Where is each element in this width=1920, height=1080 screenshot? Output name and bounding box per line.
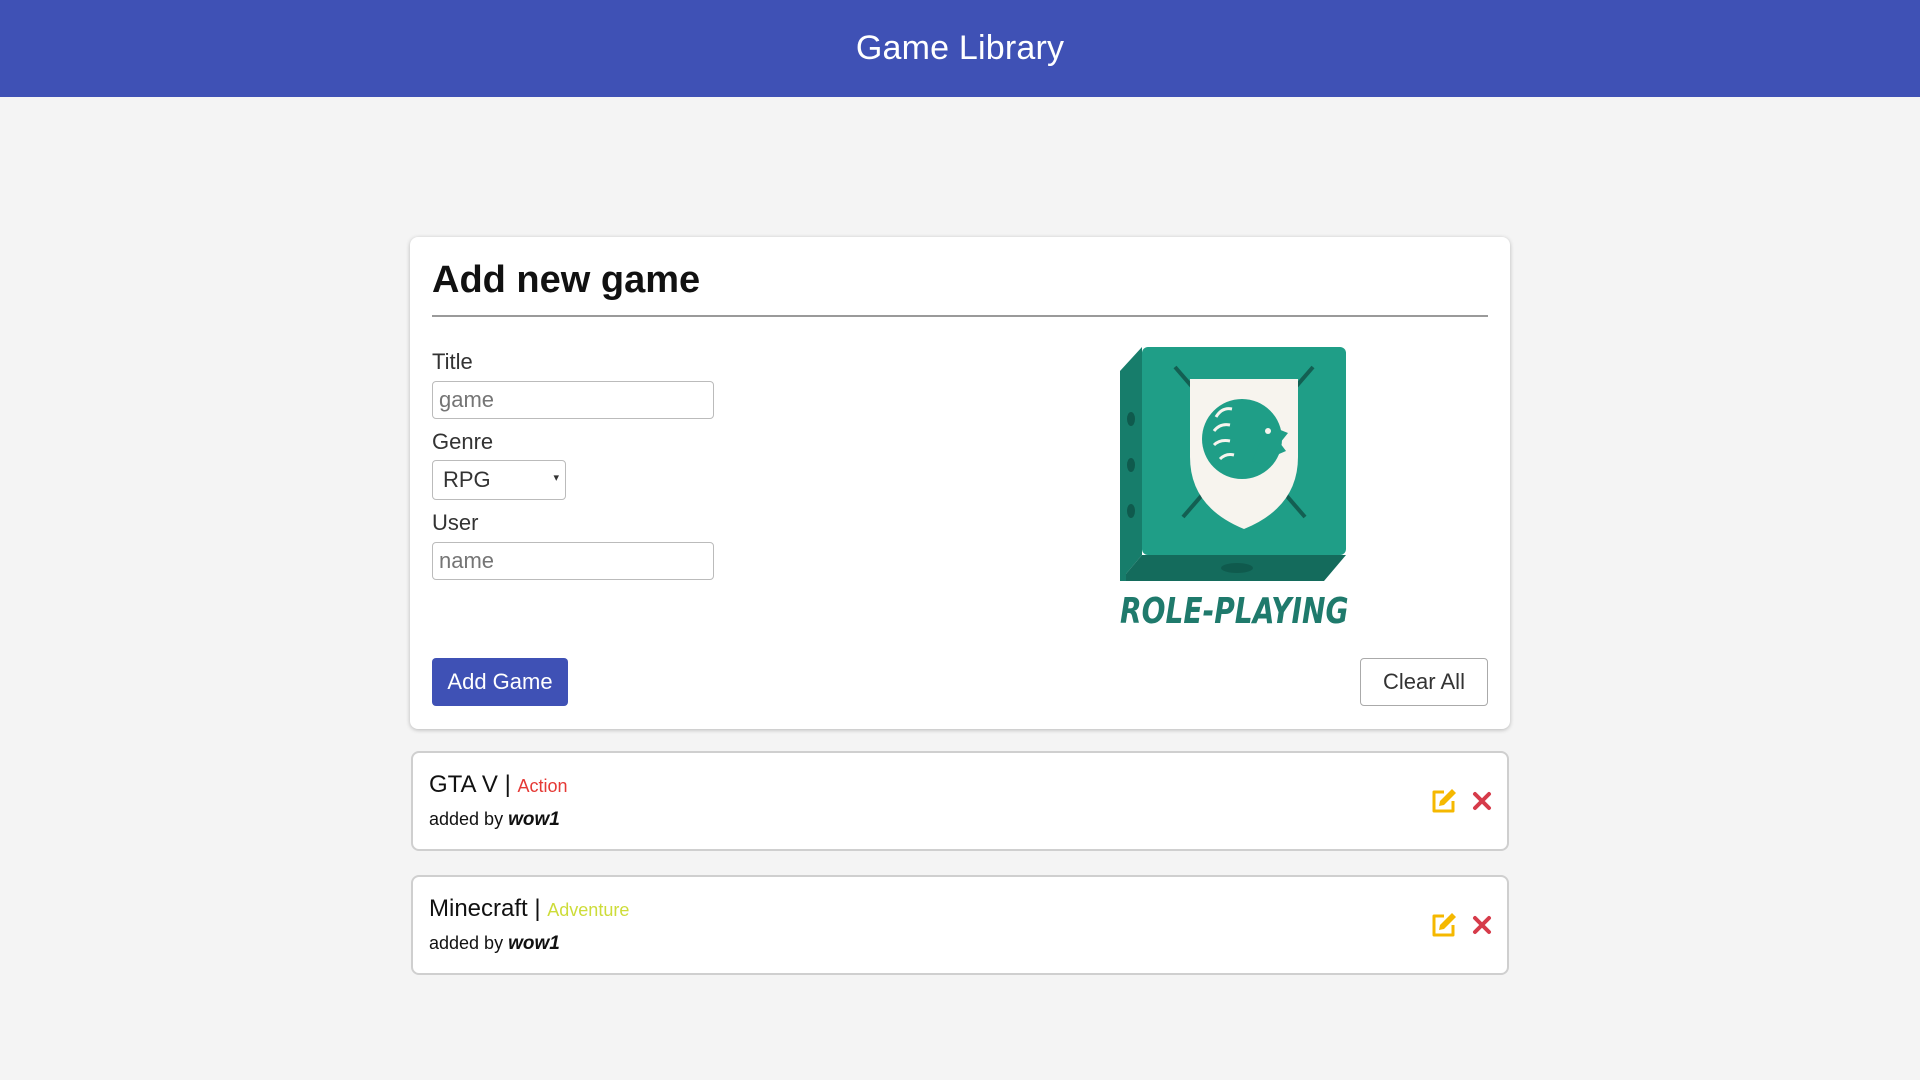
edit-game-button[interactable] bbox=[1429, 910, 1459, 940]
add-game-button[interactable]: Add Game bbox=[432, 658, 568, 706]
genre-art-caption: ROLE-PLAYING bbox=[1120, 591, 1349, 632]
game-genre: Adventure bbox=[547, 900, 630, 920]
delete-game-button[interactable] bbox=[1467, 910, 1497, 940]
game-genre: Action bbox=[517, 776, 568, 796]
user-input[interactable] bbox=[432, 542, 714, 580]
app-header: Game Library bbox=[0, 0, 1920, 97]
title-label: Title bbox=[432, 349, 473, 374]
add-game-form: Add new game Title Genre RPG ▾ User bbox=[410, 237, 1510, 729]
game-card: GTA V | Action added by wow1 bbox=[411, 751, 1509, 851]
game-title: Minecraft bbox=[429, 895, 528, 922]
app-title: Game Library bbox=[855, 29, 1065, 67]
edit-icon bbox=[1432, 789, 1456, 813]
game-title-line: Minecraft | Adventure bbox=[429, 895, 629, 923]
added-by-label: added by bbox=[429, 809, 504, 829]
genre-selected-value: RPG bbox=[443, 467, 491, 492]
form-heading: Add new game bbox=[432, 259, 701, 301]
edit-game-button[interactable] bbox=[1429, 786, 1459, 816]
chevron-down-icon: ▾ bbox=[553, 472, 559, 484]
game-user: wow1 bbox=[508, 809, 560, 830]
close-icon bbox=[1473, 792, 1491, 810]
game-card: Minecraft | Adventure added by wow1 bbox=[411, 875, 1509, 975]
close-icon bbox=[1473, 916, 1491, 934]
edit-icon bbox=[1432, 913, 1456, 937]
game-added-by: added by wow1 bbox=[429, 933, 560, 955]
game-added-by: added by wow1 bbox=[429, 809, 560, 831]
game-title-line: GTA V | Action bbox=[429, 771, 568, 799]
heading-divider bbox=[432, 315, 1488, 317]
title-separator: | bbox=[504, 771, 511, 798]
game-user: wow1 bbox=[508, 933, 560, 954]
user-label: User bbox=[432, 510, 479, 535]
role-playing-dice-icon bbox=[1120, 347, 1346, 581]
added-by-label: added by bbox=[429, 933, 504, 953]
genre-image: ROLE-PLAYING bbox=[1120, 347, 1400, 637]
game-title: GTA V bbox=[429, 771, 498, 798]
genre-label: Genre bbox=[432, 429, 494, 454]
clear-all-button[interactable]: Clear All bbox=[1360, 658, 1488, 706]
genre-select[interactable]: RPG ▾ bbox=[432, 460, 566, 500]
title-separator: | bbox=[534, 895, 541, 922]
title-input[interactable] bbox=[432, 381, 714, 419]
delete-game-button[interactable] bbox=[1467, 786, 1497, 816]
